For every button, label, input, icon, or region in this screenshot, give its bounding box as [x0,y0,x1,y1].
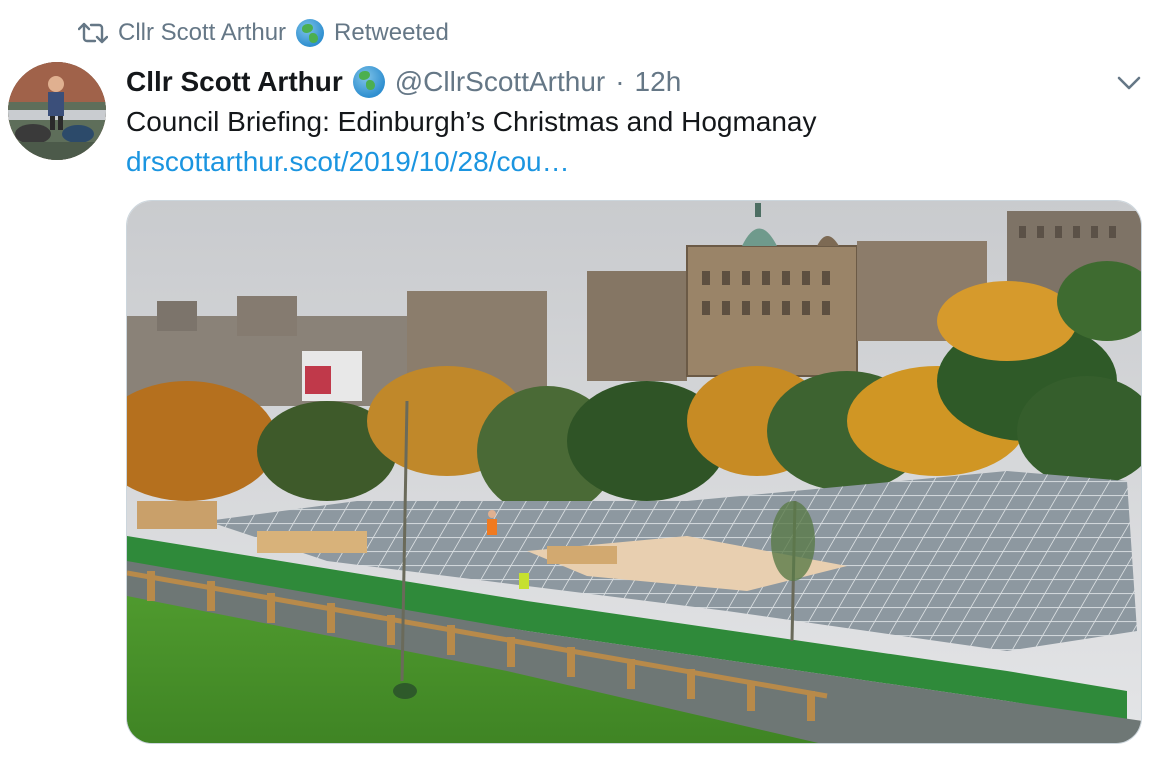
retweeted-label: Retweeted [334,19,449,46]
tweet-text: Council Briefing: Edinburgh’s Christmas … [126,106,817,137]
avatar[interactable] [8,62,106,160]
tweet-header: Cllr Scott Arthur @CllrScottArthur · 12h [126,62,681,102]
globe-emoji-icon [352,66,385,98]
tweet-timestamp[interactable]: 12h [635,66,682,98]
photo-edinburgh-construction [127,201,1141,743]
globe-emoji-icon [296,19,325,47]
retweet-icon [78,22,108,44]
author-name[interactable]: Cllr Scott Arthur [126,66,343,98]
tweet-link[interactable]: drscottarthur.scot/2019/10/28/cou… [126,146,570,178]
author-handle[interactable]: @CllrScottArthur [395,66,605,98]
tweet-media-image[interactable] [126,200,1142,744]
retweet-context: Cllr Scott Arthur Retweeted [78,16,449,50]
chevron-down-icon[interactable] [1114,68,1144,96]
separator-dot: · [615,66,625,97]
retweeter-name[interactable]: Cllr Scott Arthur [118,19,286,47]
